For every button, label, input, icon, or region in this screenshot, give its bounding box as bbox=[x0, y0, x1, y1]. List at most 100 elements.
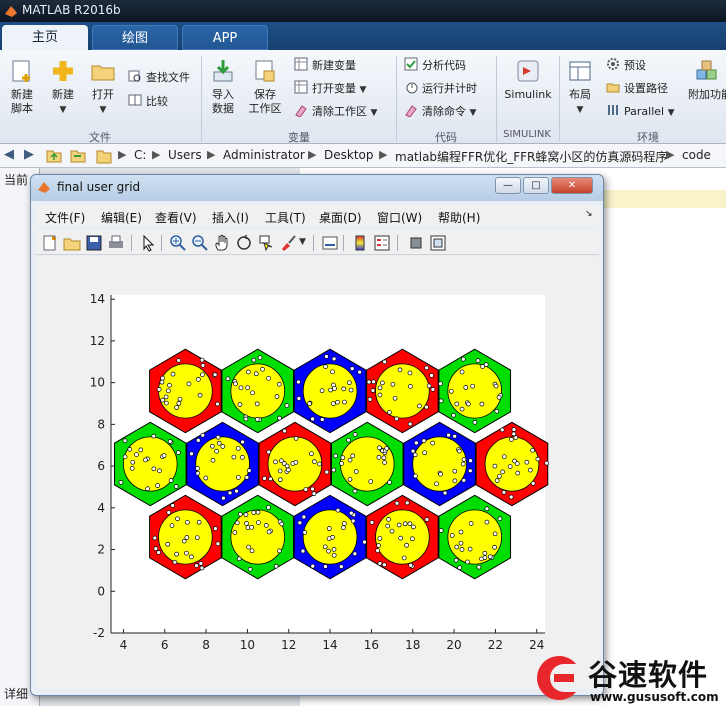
print-icon[interactable] bbox=[107, 234, 125, 252]
path-crumb-users[interactable]: Users bbox=[168, 148, 202, 162]
chevron-down-icon[interactable]: ▼ bbox=[299, 237, 306, 247]
user-point bbox=[357, 369, 363, 375]
import-data-button[interactable]: 导入 数据 bbox=[206, 58, 240, 116]
user-point bbox=[266, 505, 271, 510]
user-point bbox=[335, 507, 341, 513]
clear-commands-button[interactable]: 清除命令 ▼ bbox=[404, 102, 476, 122]
new-figure-icon[interactable] bbox=[41, 234, 59, 252]
add-ons-button[interactable]: 附加功能 bbox=[688, 58, 726, 102]
preferences-button[interactable]: 预设 bbox=[606, 56, 646, 76]
dock-arrow-icon[interactable]: ↘ bbox=[585, 209, 593, 219]
user-point bbox=[422, 450, 427, 456]
user-point bbox=[277, 477, 283, 483]
path-crumb-code[interactable]: code bbox=[682, 148, 711, 162]
select-arrow-icon[interactable] bbox=[139, 234, 157, 252]
menu-edit[interactable]: 编辑(E) bbox=[101, 209, 142, 226]
link-plot-icon[interactable] bbox=[321, 234, 339, 252]
menu-window[interactable]: 窗口(W) bbox=[377, 209, 422, 226]
open-variable-button[interactable]: 打开变量 ▼ bbox=[294, 79, 366, 99]
save-workspace-button[interactable]: 保存 工作区 bbox=[246, 58, 284, 116]
user-point bbox=[382, 460, 387, 465]
menu-help[interactable]: 帮助(H) bbox=[438, 209, 480, 226]
menu-view[interactable]: 查看(V) bbox=[155, 209, 197, 226]
menu-insert[interactable]: 插入(I) bbox=[212, 209, 249, 226]
new-variable-button[interactable]: 新建变量 bbox=[294, 56, 356, 76]
user-point bbox=[465, 559, 470, 565]
hexagonal-cell-plot[interactable]: 4 6 8 10 12 14 16 18 20 22 24-202468101214 bbox=[35, 257, 599, 689]
rotate-3d-icon[interactable] bbox=[235, 234, 253, 252]
watermark-text: 谷速软件 bbox=[588, 658, 709, 692]
parallel-button[interactable]: Parallel ▼ bbox=[606, 102, 675, 122]
x-tick-label: 8 bbox=[202, 638, 210, 652]
pan-hand-icon[interactable] bbox=[213, 234, 231, 252]
user-point bbox=[118, 480, 124, 485]
analyze-code-button[interactable]: 分析代码 bbox=[404, 56, 466, 76]
find-files-button[interactable]: 查找文件 bbox=[128, 68, 190, 88]
compare-button[interactable]: 比较 bbox=[128, 92, 168, 112]
path-crumb-desktop[interactable]: Desktop bbox=[324, 148, 374, 162]
close-button[interactable]: ✕ bbox=[551, 177, 593, 194]
clear-workspace-button[interactable]: 清除工作区 ▼ bbox=[294, 102, 377, 122]
user-point bbox=[134, 452, 139, 457]
zoom-in-icon[interactable] bbox=[169, 234, 187, 252]
simulink-button[interactable]: Simulink bbox=[502, 58, 554, 102]
x-tick-label: 16 bbox=[364, 638, 379, 652]
user-point bbox=[387, 480, 392, 485]
tab-plots[interactable]: 绘图 bbox=[92, 25, 178, 50]
legend-icon[interactable] bbox=[373, 234, 391, 252]
user-point bbox=[377, 392, 383, 398]
simulink-icon bbox=[517, 60, 539, 82]
up-folder-icon[interactable] bbox=[46, 148, 62, 163]
brush-icon[interactable] bbox=[279, 234, 297, 252]
run-and-time-icon bbox=[406, 82, 418, 94]
minimize-button[interactable]: — bbox=[495, 177, 521, 194]
preferences-label: 预设 bbox=[624, 59, 646, 72]
new-script-button[interactable]: 新建 脚本 bbox=[4, 58, 40, 116]
menu-desktop[interactable]: 桌面(D) bbox=[319, 209, 362, 226]
save-icon[interactable] bbox=[85, 234, 103, 252]
user-point bbox=[456, 448, 462, 454]
user-point bbox=[215, 401, 220, 407]
user-point bbox=[452, 433, 458, 439]
user-point bbox=[426, 383, 432, 389]
user-point bbox=[200, 372, 205, 378]
open-file-icon[interactable] bbox=[63, 234, 81, 252]
hide-plot-tools-icon[interactable] bbox=[407, 234, 425, 252]
path-separator: ▶ bbox=[379, 148, 388, 161]
user-point bbox=[501, 490, 507, 495]
new-button[interactable]: 新建 ▼ bbox=[46, 58, 80, 117]
tab-apps[interactable]: APP bbox=[182, 25, 268, 50]
new-script-icon bbox=[12, 60, 30, 82]
show-plot-tools-icon[interactable] bbox=[429, 234, 447, 252]
x-tick-label: 10 bbox=[240, 638, 255, 652]
figure-canvas[interactable]: 4 6 8 10 12 14 16 18 20 22 24 -2 0 2 4 6 8 10 12 14 bbox=[35, 257, 599, 689]
back-arrow-icon[interactable]: ◀ bbox=[4, 147, 14, 162]
data-cursor-icon[interactable] bbox=[257, 234, 275, 252]
user-point bbox=[382, 562, 387, 568]
maximize-button[interactable]: □ bbox=[523, 177, 549, 194]
path-crumb-drive[interactable]: C: bbox=[134, 148, 146, 162]
path-crumb-project[interactable]: matlab编程FFR优化_FFR蜂窝小区的仿真源码程序 bbox=[395, 148, 667, 165]
menu-tools[interactable]: 工具(T) bbox=[265, 209, 306, 226]
zoom-out-icon[interactable] bbox=[191, 234, 209, 252]
set-path-button[interactable]: 设置路径 bbox=[606, 79, 668, 99]
forward-arrow-icon[interactable]: ▶ bbox=[24, 147, 34, 162]
y-tick-label: 14 bbox=[90, 292, 105, 306]
colorbar-icon[interactable] bbox=[351, 234, 369, 252]
run-and-time-button[interactable]: 运行并计时 bbox=[404, 79, 477, 99]
user-point bbox=[514, 461, 520, 466]
user-point bbox=[417, 403, 422, 409]
user-point bbox=[465, 401, 471, 407]
user-point bbox=[196, 377, 201, 382]
toolbar-separator bbox=[161, 235, 162, 251]
browse-folder-icon[interactable] bbox=[70, 148, 86, 163]
user-point bbox=[276, 381, 282, 387]
user-point bbox=[449, 533, 455, 538]
path-crumb-administrator[interactable]: Administrator bbox=[223, 148, 305, 162]
user-point bbox=[254, 417, 260, 422]
tab-home[interactable]: 主页 bbox=[2, 25, 88, 50]
menu-file[interactable]: 文件(F) bbox=[45, 209, 85, 226]
user-point bbox=[402, 521, 408, 527]
layout-button[interactable]: 布局 ▼ bbox=[564, 58, 596, 117]
open-button[interactable]: 打开 ▼ bbox=[86, 58, 120, 117]
